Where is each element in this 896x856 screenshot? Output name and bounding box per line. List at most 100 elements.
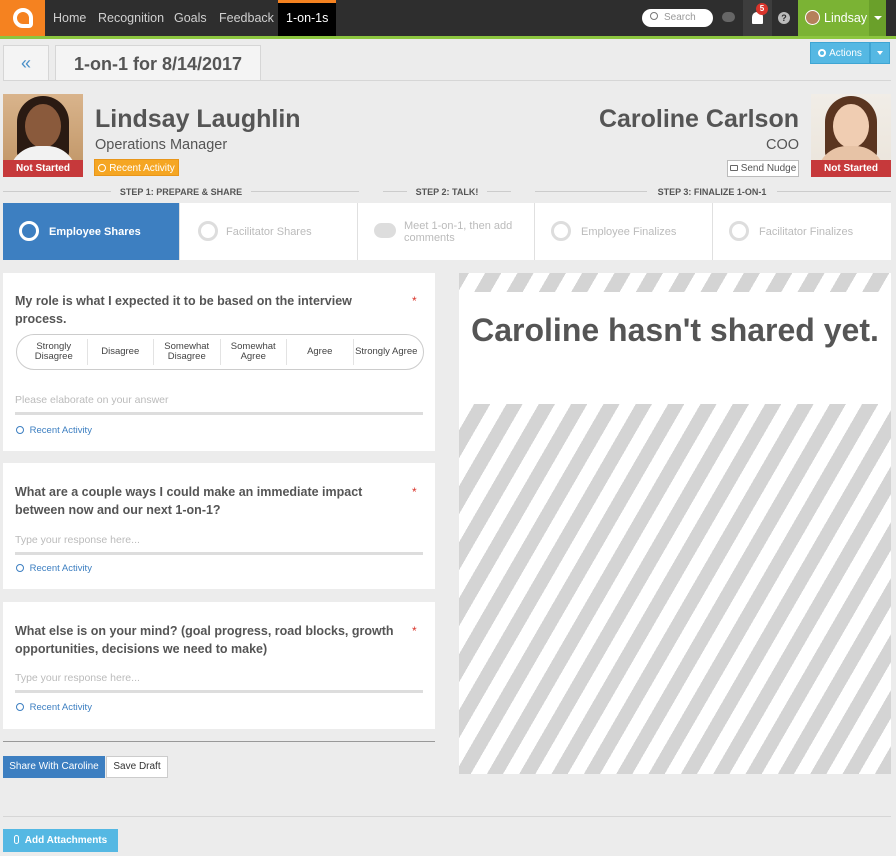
recent-activity-button[interactable]: Recent Activity: [94, 159, 179, 176]
step-circle-icon: [729, 221, 749, 241]
elaborate-answer-input[interactable]: Please elaborate on your answer: [15, 394, 423, 415]
step-label: Facilitator Shares: [226, 225, 312, 238]
response-input[interactable]: Type your response here...: [15, 672, 423, 693]
recent-activity-text: Recent Activity: [29, 563, 92, 574]
step-circle-icon: [19, 221, 39, 241]
actions-label: Actions: [829, 48, 862, 59]
scale-option-somewhat-agree[interactable]: Somewhat Agree: [221, 339, 287, 365]
required-marker: *: [412, 485, 417, 499]
user-name: Lindsay: [824, 11, 868, 25]
step-circle-icon: [551, 221, 571, 241]
add-attachments-label: Add Attachments: [24, 835, 108, 846]
nav-recognition[interactable]: Recognition: [98, 0, 164, 36]
step2-label: STEP 2: TALK!: [415, 187, 479, 197]
step-meet[interactable]: Meet 1-on-1, then add comments: [358, 203, 535, 260]
save-draft-button[interactable]: Save Draft: [106, 756, 168, 778]
question-card-1: My role is what I expected it to be base…: [3, 273, 435, 451]
step-label: Facilitator Finalizes: [759, 225, 854, 238]
help-icon[interactable]: ?: [778, 12, 790, 24]
step-label: Employee Shares: [49, 225, 141, 238]
step-label: Meet 1-on-1, then add comments: [404, 219, 513, 244]
question-text: My role is what I expected it to be base…: [15, 294, 352, 326]
step-circle-icon: [198, 221, 218, 241]
clock-icon: [16, 426, 24, 434]
facilitator-face: [833, 104, 869, 148]
send-nudge-button[interactable]: Send Nudge: [727, 160, 799, 177]
recent-activity-link[interactable]: Recent Activity: [16, 563, 92, 574]
gear-icon: [818, 49, 827, 57]
nav-accent-bar: [0, 36, 896, 39]
clock-icon: [16, 564, 24, 572]
employee-role: Operations Manager: [95, 137, 228, 153]
clock-icon: [98, 164, 107, 172]
facilitator-status-badge: Not Started: [811, 160, 891, 177]
step3-label: STEP 3: FINALIZE 1-ON-1: [657, 187, 767, 197]
question-card-2: What are a couple ways I could make an i…: [3, 463, 435, 589]
step-employee-shares[interactable]: Employee Shares: [3, 203, 180, 260]
nav-home[interactable]: Home: [53, 0, 86, 36]
clock-icon: [16, 703, 24, 711]
chat-bubble-icon: [374, 223, 396, 238]
app-logo[interactable]: [0, 0, 45, 36]
top-nav: Home Recognition Goals Feedback 1-on-1s …: [0, 0, 896, 36]
scale-option-disagree[interactable]: Disagree: [88, 339, 154, 365]
scale-option-somewhat-disagree[interactable]: Somewhat Disagree: [154, 339, 221, 365]
user-menu-caret[interactable]: [869, 0, 886, 36]
employee-name: Lindsay Laughlin: [95, 105, 301, 133]
back-button[interactable]: «: [3, 45, 49, 81]
facilitator-role: COO: [765, 137, 799, 153]
search-icon: [650, 12, 658, 20]
recent-activity-text: Recent Activity: [29, 702, 92, 713]
likert-scale: Strongly Disagree Disagree Somewhat Disa…: [16, 334, 424, 370]
facilitator-name: Caroline Carlson: [598, 105, 799, 133]
search-placeholder: Search: [664, 12, 696, 23]
step2-line-right: [487, 191, 511, 192]
notification-count-badge: 5: [756, 3, 768, 15]
step3-line-left: [535, 191, 647, 192]
scale-option-strongly-disagree[interactable]: Strongly Disagree: [21, 339, 88, 365]
required-marker: *: [412, 294, 417, 308]
facilitator-photo: [811, 94, 891, 160]
question-text: What are a couple ways I could make an i…: [15, 485, 363, 517]
not-shared-message: Caroline hasn't shared yet.: [459, 292, 891, 404]
recent-activity-link[interactable]: Recent Activity: [16, 425, 92, 436]
required-marker: *: [412, 624, 417, 638]
user-menu-button[interactable]: Lindsay: [798, 0, 869, 36]
nav-goals[interactable]: Goals: [174, 0, 207, 36]
logo-icon: [12, 8, 33, 28]
notifications-button[interactable]: 5: [743, 0, 772, 36]
step2-line-left: [383, 191, 407, 192]
nav-1-on-1s[interactable]: 1-on-1s: [278, 0, 337, 36]
recent-activity-label: Recent Activity: [109, 163, 175, 174]
send-nudge-label: Send Nudge: [740, 163, 797, 174]
question-text: What else is on your mind? (goal progres…: [15, 624, 394, 656]
recent-activity-text: Recent Activity: [29, 425, 92, 436]
step1-line-left: [3, 191, 111, 192]
step-facilitator-shares[interactable]: Facilitator Shares: [180, 203, 358, 260]
step3-line-right: [777, 191, 891, 192]
nav-feedback[interactable]: Feedback: [219, 0, 274, 36]
bottom-divider: [3, 816, 891, 817]
form-divider: [3, 741, 435, 742]
page-title: 1-on-1 for 8/14/2017: [55, 45, 261, 81]
tab-divider: [3, 80, 891, 81]
employee-status-badge: Not Started: [3, 160, 83, 177]
actions-button[interactable]: Actions: [810, 42, 870, 64]
employee-photo: [3, 94, 83, 160]
search-input[interactable]: Search: [642, 9, 713, 27]
share-with-caroline-button[interactable]: Share With Caroline: [3, 756, 105, 778]
add-attachments-button[interactable]: Add Attachments: [3, 829, 118, 852]
actions-dropdown-caret[interactable]: [870, 42, 890, 64]
question-card-3: What else is on your mind? (goal progres…: [3, 602, 435, 729]
chat-icon[interactable]: [722, 12, 735, 22]
step-facilitator-finalizes[interactable]: Facilitator Finalizes: [713, 203, 891, 260]
step-label: Employee Finalizes: [581, 225, 677, 238]
response-input[interactable]: Type your response here...: [15, 534, 423, 555]
hand-icon: [729, 165, 738, 171]
step-employee-finalizes[interactable]: Employee Finalizes: [535, 203, 713, 260]
step1-line-right: [251, 191, 359, 192]
scale-option-agree[interactable]: Agree: [287, 339, 354, 365]
scale-option-strongly-agree[interactable]: Strongly Agree: [354, 339, 420, 365]
employee-face: [25, 104, 61, 148]
recent-activity-link[interactable]: Recent Activity: [16, 702, 92, 713]
